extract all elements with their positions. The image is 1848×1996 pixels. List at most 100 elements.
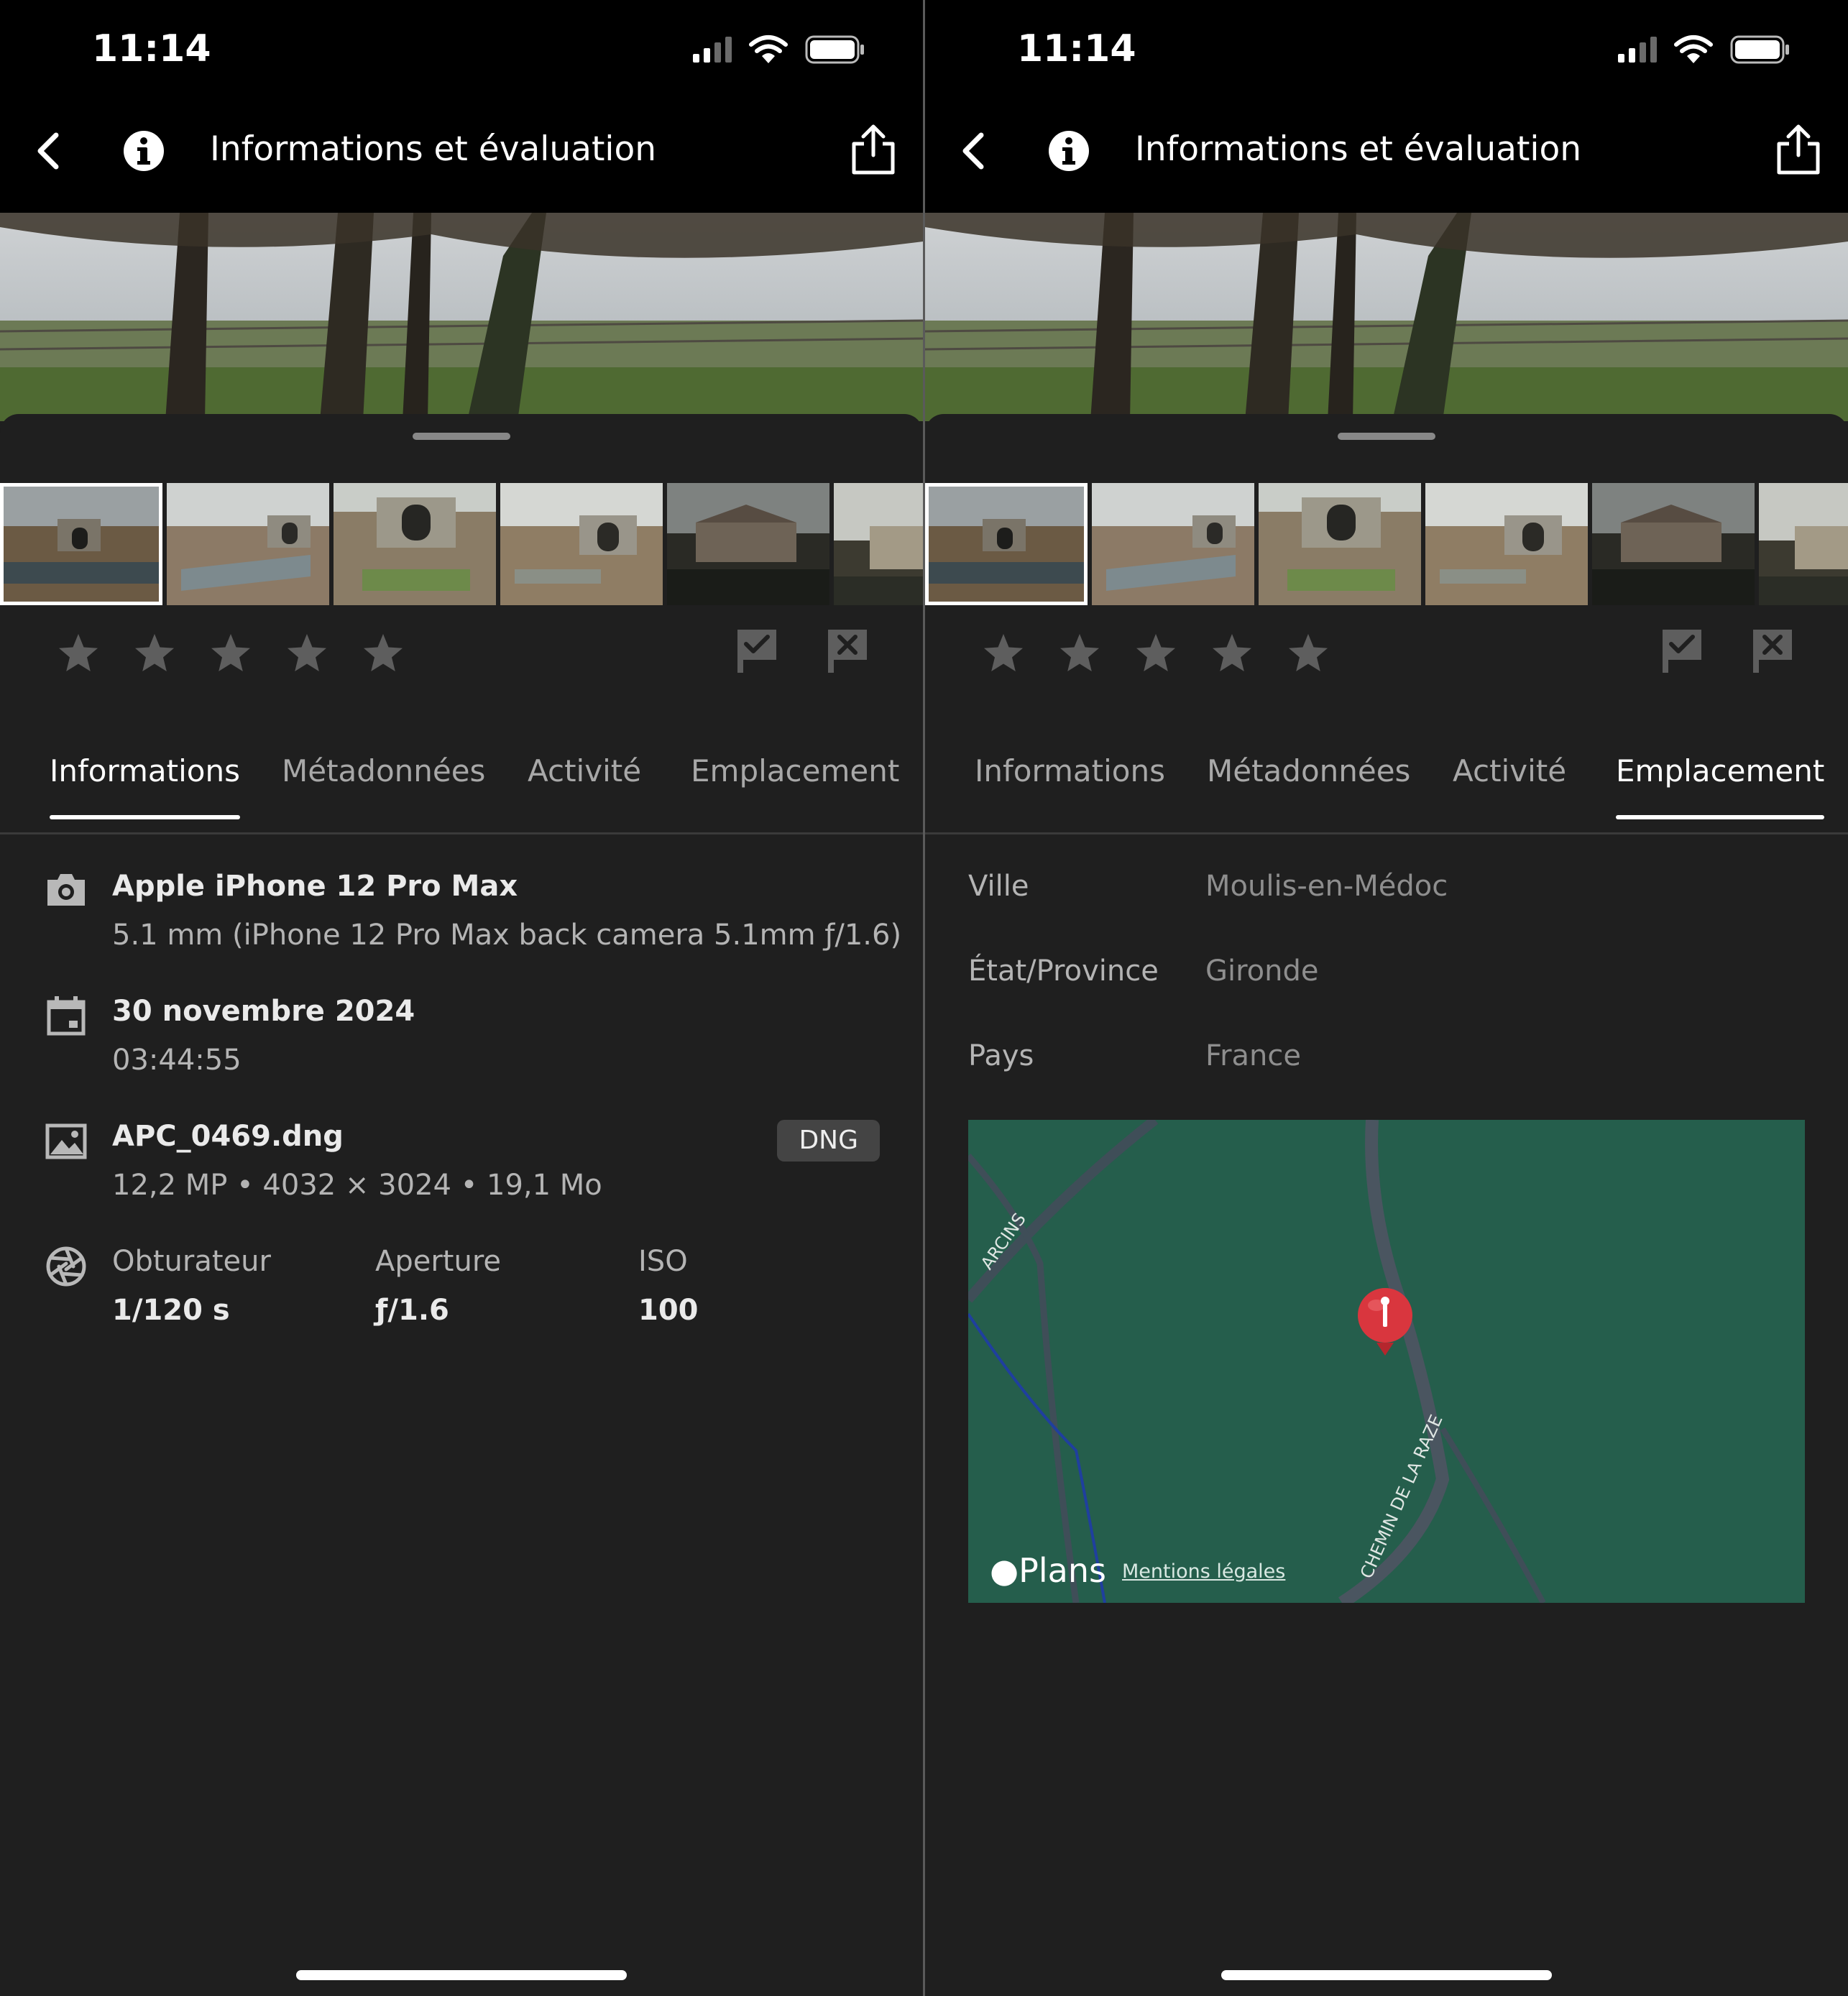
star-rating[interactable] [980, 630, 1332, 677]
star-rating[interactable] [55, 630, 407, 677]
flag-pick-icon[interactable] [1658, 627, 1706, 674]
tab-informations[interactable]: Informations [50, 753, 241, 819]
hero-photo [925, 213, 1848, 421]
filmstrip-thumb[interactable] [500, 483, 663, 605]
state-label: État/Province [968, 955, 1159, 988]
state-value: Gironde [1205, 955, 1319, 988]
filmstrip-thumb[interactable] [1592, 483, 1755, 605]
rating-row [925, 622, 1848, 687]
filmstrip-thumb[interactable] [1092, 483, 1254, 605]
star-icon[interactable] [1132, 630, 1180, 677]
tab-emplacement[interactable]: Emplacement [691, 753, 899, 788]
star-icon[interactable] [1284, 630, 1332, 677]
tab-metadonnees[interactable]: Métadonnées [282, 753, 485, 788]
phone-informations: 11:14 Informations et évaluation Informa… [0, 0, 923, 1996]
file-details: 12,2 MP • 4032 × 3024 • 19,1 Mo [112, 1169, 602, 1202]
status-time: 11:14 [92, 27, 211, 70]
wifi-icon [749, 35, 788, 63]
filmstrip-thumb[interactable] [334, 483, 496, 605]
status-icons [1618, 35, 1790, 65]
apple-maps-logo: ●Plans [990, 1551, 1106, 1590]
iso-label: ISO [638, 1245, 688, 1278]
tab-activite[interactable]: Activité [1453, 753, 1566, 788]
filmstrip-thumb[interactable] [1759, 483, 1848, 605]
country-label: Pays [968, 1039, 1034, 1072]
aperture-value: ƒ/1.6 [375, 1294, 449, 1327]
battery-icon [1730, 35, 1789, 64]
battery-icon [805, 35, 864, 64]
tab-bar: Informations Métadonnées Activité Emplac… [0, 730, 923, 834]
home-indicator[interactable] [1221, 1970, 1552, 1980]
star-icon[interactable] [359, 630, 407, 677]
flag-pick-icon[interactable] [733, 627, 781, 674]
sheet-grabber[interactable] [413, 433, 510, 440]
screenshot-pair: 11:14 Informations et évaluation Informa… [0, 0, 1848, 1996]
cellular-signal-icon [1618, 37, 1657, 63]
iso-value: 100 [638, 1294, 699, 1327]
info-icon[interactable] [1046, 128, 1092, 174]
home-indicator[interactable] [296, 1970, 627, 1980]
nav-bar: Informations et évaluation [0, 108, 923, 213]
status-time: 11:14 [1017, 27, 1136, 70]
status-bar: 11:14 [925, 0, 1848, 108]
status-icons [693, 35, 865, 65]
city-value: Moulis-en-Médoc [1205, 870, 1448, 903]
tab-informations[interactable]: Informations [975, 753, 1165, 788]
chevron-left-icon[interactable] [29, 129, 72, 173]
filmstrip-thumb[interactable] [834, 483, 923, 605]
filmstrip-thumb[interactable] [0, 483, 162, 605]
map-pin-icon[interactable] [1355, 1285, 1415, 1357]
shutter-label: Obturateur [112, 1245, 271, 1278]
wifi-icon [1674, 35, 1713, 63]
star-icon[interactable] [1208, 630, 1256, 677]
shutter-value: 1/120 s [112, 1294, 230, 1327]
lens-info: 5.1 mm (iPhone 12 Pro Max back camera 5.… [112, 919, 902, 952]
flag-reject-icon[interactable] [1749, 627, 1796, 674]
info-icon[interactable] [121, 128, 167, 174]
nav-bar: Informations et évaluation [925, 108, 1848, 213]
star-icon[interactable] [55, 630, 102, 677]
hero-photo [0, 213, 923, 421]
file-name: APC_0469.dng [112, 1120, 344, 1153]
page-title: Informations et évaluation [210, 129, 656, 169]
camera-icon [47, 874, 85, 906]
sheet-grabber[interactable] [1338, 433, 1435, 440]
filmstrip-thumb[interactable] [925, 483, 1088, 605]
filmstrip-thumb[interactable] [1425, 483, 1588, 605]
cellular-signal-icon [693, 37, 732, 63]
star-icon[interactable] [131, 630, 178, 677]
flag-reject-icon[interactable] [824, 627, 871, 674]
legal-notices-link[interactable]: Mentions légales [1122, 1560, 1285, 1583]
star-icon[interactable] [207, 630, 254, 677]
tab-metadonnees[interactable]: Métadonnées [1207, 753, 1410, 788]
capture-time: 03:44:55 [112, 1044, 242, 1077]
star-icon[interactable] [980, 630, 1027, 677]
location-map[interactable]: ARCINS CHEMIN DE LA RAZE ●Plans Mentions… [968, 1120, 1805, 1603]
details-sheet: Informations Métadonnées Activité Emplac… [925, 414, 1848, 1996]
share-icon[interactable] [850, 122, 897, 177]
camera-model: Apple iPhone 12 Pro Max [112, 870, 518, 903]
star-icon[interactable] [1056, 630, 1103, 677]
share-icon[interactable] [1775, 122, 1822, 177]
details-sheet: Informations Métadonnées Activité Emplac… [0, 414, 923, 1996]
tab-emplacement[interactable]: Emplacement [1616, 753, 1825, 819]
star-icon[interactable] [283, 630, 331, 677]
apple-logo-icon: ● [990, 1551, 1019, 1590]
calendar-icon [47, 996, 86, 1036]
aperture-icon [46, 1246, 86, 1287]
filmstrip[interactable] [0, 483, 923, 605]
filmstrip-thumb[interactable] [667, 483, 829, 605]
phone-emplacement: 11:14 Informations et évaluation Informa… [925, 0, 1848, 1996]
page-title: Informations et évaluation [1135, 129, 1581, 169]
file-format-badge: DNG [777, 1120, 880, 1162]
rating-row [0, 622, 923, 687]
filmstrip[interactable] [925, 483, 1848, 605]
tab-activite[interactable]: Activité [528, 753, 641, 788]
tab-bar: Informations Métadonnées Activité Emplac… [925, 730, 1848, 834]
filmstrip-thumb[interactable] [1259, 483, 1421, 605]
filmstrip-thumb[interactable] [167, 483, 329, 605]
chevron-left-icon[interactable] [954, 129, 997, 173]
country-value: France [1205, 1039, 1302, 1072]
aperture-label: Aperture [375, 1245, 502, 1278]
city-label: Ville [968, 870, 1029, 903]
